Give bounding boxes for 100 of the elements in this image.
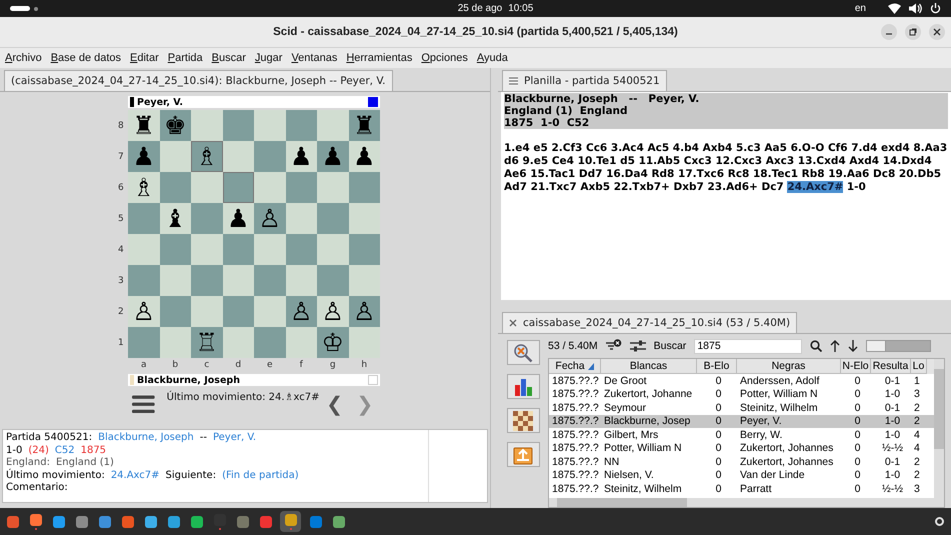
chess-piece[interactable]: ♙ [258, 206, 281, 231]
column-header[interactable]: Fecha [549, 359, 601, 374]
sliders-icon[interactable] [630, 340, 646, 352]
close-icon[interactable] [509, 319, 517, 327]
board-square[interactable] [191, 203, 222, 234]
notation-tab[interactable]: Planilla - partida 5400521 [502, 70, 667, 91]
board-square[interactable] [128, 265, 160, 296]
column-header[interactable]: Lo [911, 359, 927, 374]
board-square[interactable] [317, 234, 348, 265]
app-icon[interactable] [280, 511, 301, 532]
board-square[interactable] [254, 327, 286, 358]
info-link[interactable]: Peyer, V. [212, 432, 256, 444]
column-header[interactable]: Blancas [601, 359, 697, 374]
nav-button[interactable]: ❮ [320, 392, 350, 416]
workspace-indicator[interactable] [10, 6, 30, 11]
workspace-indicator-dot[interactable] [34, 6, 38, 10]
chess-piece[interactable]: ♜ [353, 113, 376, 138]
board-square[interactable]: ♖ [191, 327, 222, 358]
clock-date[interactable]: 25 de ago [458, 3, 502, 14]
info-link[interactable]: Blackburne, Joseph [98, 432, 194, 444]
chess-piece[interactable]: ♙ [132, 299, 155, 324]
board-square[interactable] [222, 265, 254, 296]
search-cross-button[interactable] [506, 340, 540, 365]
wifi-icon[interactable] [888, 3, 901, 14]
restore-button[interactable] [905, 24, 921, 40]
volume-icon[interactable] [909, 3, 922, 14]
chess-piece[interactable]: ♝ [164, 206, 186, 231]
menu-item[interactable]: Base de datos [50, 52, 122, 64]
board-square[interactable] [160, 234, 191, 265]
current-move[interactable]: 24.Axc7# [787, 181, 844, 193]
chess-piece[interactable]: ♖ [196, 330, 218, 355]
board-square[interactable]: ♝ [160, 203, 191, 234]
board-square[interactable] [160, 141, 191, 172]
board-square[interactable] [348, 172, 380, 203]
board-square[interactable] [254, 265, 286, 296]
board-square[interactable] [222, 172, 254, 203]
board-square[interactable] [128, 234, 160, 265]
board-square[interactable] [222, 110, 254, 141]
board-square[interactable]: ♙ [128, 296, 160, 327]
chess-piece[interactable]: ♜ [132, 113, 155, 138]
board-square[interactable] [317, 110, 348, 141]
chess-piece[interactable]: ♟ [227, 206, 250, 231]
board-tab[interactable]: (caissabase_2024_04_27-14_25_10.si4): Blackburne, Joseph -- Peyer, V. [4, 70, 392, 91]
board-square[interactable]: ♟ [222, 203, 254, 234]
info-link[interactable]: C52 [54, 444, 75, 457]
menu-item[interactable]: Archivo [5, 52, 42, 64]
board-square[interactable] [317, 203, 348, 234]
chess-piece[interactable]: ♟ [353, 144, 376, 169]
board-square[interactable] [317, 172, 348, 203]
board-square[interactable] [286, 172, 317, 203]
table-row[interactable]: 1875.??.? Blackburne, Josep 0 Peyer, V. 0 1-0 2 [549, 414, 934, 428]
board-square[interactable]: ♟ [348, 141, 380, 172]
board-square[interactable]: ♙ [348, 296, 380, 327]
board-square[interactable] [317, 265, 348, 296]
chess-piece[interactable]: ♚ [164, 113, 186, 138]
table-row[interactable]: 1875.??.? De Groot 0 Anderssen, Adolf 0 0-1 1 [549, 374, 934, 388]
chess-piece[interactable]: ♔ [322, 330, 344, 355]
menu-item[interactable]: Jugar [254, 52, 282, 64]
info-link[interactable]: (Fin de partida) [222, 470, 299, 482]
menu-item[interactable]: Opciones [421, 52, 468, 64]
board-square[interactable] [286, 265, 317, 296]
board-square[interactable] [191, 234, 222, 265]
board-square[interactable]: ♜ [348, 110, 380, 141]
board-square[interactable] [222, 327, 254, 358]
chess-piece[interactable]: ♙ [353, 299, 376, 324]
menu-icon[interactable] [132, 394, 155, 414]
board-square[interactable] [254, 296, 286, 327]
menu-icon[interactable] [509, 77, 518, 85]
power-icon[interactable] [930, 3, 941, 14]
board-square[interactable] [160, 296, 191, 327]
scroll-widget[interactable] [866, 340, 932, 352]
board-square[interactable]: ♚ [160, 110, 191, 141]
board-square[interactable]: ♜ [128, 110, 160, 141]
upload-icon[interactable] [513, 444, 533, 464]
restore-icon[interactable] [909, 28, 917, 36]
board-square[interactable] [128, 203, 160, 234]
settings-icon[interactable] [934, 516, 945, 527]
horizontal-scrollbar[interactable] [549, 498, 934, 507]
board-square[interactable]: ♙ [317, 296, 348, 327]
table-row[interactable]: 1875.??.? Potter, William N 0 Zukertort, Johannes 0 ½-½ 4 [549, 442, 934, 455]
board-square[interactable] [222, 296, 254, 327]
board-square[interactable] [286, 327, 317, 358]
clock-time[interactable]: 10:05 [508, 3, 534, 14]
table-row[interactable]: 1875.??.? NN 0 Zukertort, Johannes 0 0-1 2 [549, 455, 934, 468]
menu-item[interactable]: Herramientas [346, 52, 412, 64]
board-square[interactable]: ♗ [191, 141, 222, 172]
magnifier-cross-icon[interactable] [513, 342, 533, 362]
board-square[interactable] [160, 265, 191, 296]
board-square[interactable] [222, 234, 254, 265]
chessboard-icon[interactable] [513, 410, 533, 430]
board-square[interactable] [191, 296, 222, 327]
column-header[interactable]: Resulta [871, 359, 911, 374]
table-row[interactable]: 1875.??.? Seymour 0 Steinitz, Wilhelm 0 0-1 2 [549, 401, 934, 414]
filter-clear-icon[interactable] [606, 339, 622, 353]
info-link[interactable]: 24.Axc7# [110, 470, 160, 482]
board-square[interactable] [254, 234, 286, 265]
menu-item[interactable]: Partida [168, 52, 203, 64]
menu-item[interactable]: Ayuda [476, 52, 508, 64]
app-icon[interactable] [27, 511, 44, 532]
menu-item[interactable]: Ventanas [291, 52, 338, 64]
